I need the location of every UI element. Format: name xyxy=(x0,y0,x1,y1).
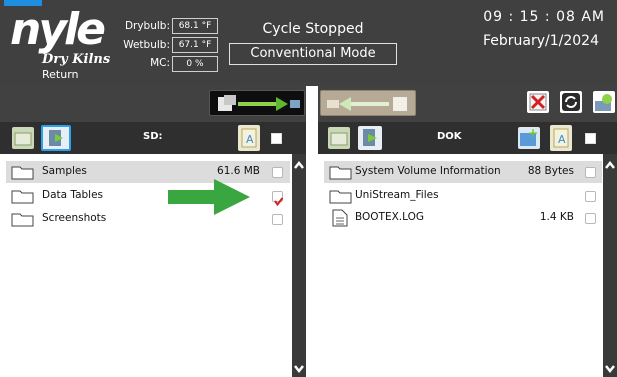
scroll-up-icon[interactable] xyxy=(605,160,615,170)
cycle-status: Cycle Stopped xyxy=(262,21,364,37)
delete-icon xyxy=(529,93,547,111)
new-folder-button[interactable]: + xyxy=(518,126,540,149)
refresh-button[interactable] xyxy=(560,91,582,113)
folder-open-icon xyxy=(14,132,32,146)
left-open-folder-button[interactable] xyxy=(12,127,34,149)
right-scrollbar[interactable] xyxy=(603,154,617,377)
right-select-all-checkbox[interactable] xyxy=(585,133,596,144)
mode-display: Conventional Mode xyxy=(229,43,397,65)
scroll-down-icon[interactable] xyxy=(605,364,615,374)
mc-value: 0 % xyxy=(172,56,218,72)
usb-device-icon xyxy=(595,94,612,111)
copy-to-sd-icon xyxy=(327,97,407,111)
right-rename-button[interactable]: A xyxy=(550,125,572,151)
left-scrollbar[interactable] xyxy=(292,154,306,377)
logo-subtitle: Dry Kilns xyxy=(42,52,111,67)
svg-text:A: A xyxy=(558,133,566,146)
copy-to-usb-button[interactable] xyxy=(209,90,305,116)
file-checkbox[interactable] xyxy=(272,214,283,225)
return-logo-button[interactable]: nyle Dry Kilns Return xyxy=(8,8,118,82)
file-checkbox[interactable] xyxy=(585,191,596,202)
export-icon xyxy=(49,130,63,146)
new-folder-icon: + xyxy=(520,126,538,146)
file-name: System Volume Information xyxy=(355,165,501,177)
folder-icon xyxy=(11,213,34,227)
green-arrow-icon xyxy=(168,179,250,215)
right-open-folder-button[interactable] xyxy=(328,127,350,149)
copy-to-sd-button[interactable] xyxy=(320,90,416,116)
file-name: UniStream_Files xyxy=(355,189,439,201)
left-pane-title: SD: xyxy=(143,131,163,142)
scroll-down-icon[interactable] xyxy=(294,364,304,374)
left-export-button[interactable] xyxy=(41,125,71,151)
file-name: BOOTEX.LOG xyxy=(355,211,425,223)
export-icon xyxy=(363,129,377,146)
clock-time: 09 : 15 : 08 AM xyxy=(483,9,605,25)
file-name: Data Tables xyxy=(42,189,104,201)
file-checkbox[interactable] xyxy=(585,167,596,178)
folder-icon xyxy=(329,166,352,180)
return-label: Return xyxy=(42,68,79,81)
file-checkbox[interactable] xyxy=(585,213,596,224)
file-size: 61.6 MB xyxy=(217,165,260,177)
file-checkbox[interactable] xyxy=(272,191,284,207)
clock-date: February/1/2024 xyxy=(482,33,599,49)
copy-to-usb-icon xyxy=(218,95,300,111)
wetbulb-label: Wetbulb: xyxy=(123,39,170,51)
svg-text:A: A xyxy=(246,133,254,146)
mc-label: MC: xyxy=(150,57,170,69)
usb-device-button[interactable] xyxy=(593,91,615,113)
file-row-bootex-log[interactable]: BOOTEX.LOG 1.4 KB xyxy=(324,207,602,229)
wetbulb-value: 67.1 °F xyxy=(172,37,218,53)
right-pane-title: DOK xyxy=(437,131,462,142)
right-export-button[interactable] xyxy=(358,126,382,150)
refresh-icon xyxy=(562,93,580,111)
file-row-system-volume-information[interactable]: System Volume Information 88 Bytes xyxy=(324,161,602,183)
left-select-all-checkbox[interactable] xyxy=(271,133,282,144)
document-icon xyxy=(332,209,348,227)
scroll-up-icon[interactable] xyxy=(294,160,304,170)
delete-button[interactable] xyxy=(527,91,549,113)
drybulb-value: 68.1 °F xyxy=(172,18,218,34)
file-name: Samples xyxy=(42,165,87,177)
file-checkbox[interactable] xyxy=(272,167,283,178)
rename-icon: A xyxy=(553,128,569,148)
svg-text:+: + xyxy=(528,127,538,140)
check-mark-icon xyxy=(274,197,284,207)
drybulb-label: Drybulb: xyxy=(124,20,170,32)
file-size: 1.4 KB xyxy=(539,211,574,223)
folder-icon xyxy=(329,190,352,204)
rename-icon: A xyxy=(241,128,257,148)
logo-text: nyle xyxy=(10,4,106,55)
file-size: 88 Bytes xyxy=(527,165,574,177)
file-row-unistream-files[interactable]: UniStream_Files xyxy=(324,185,602,207)
left-rename-button[interactable]: A xyxy=(238,125,260,151)
file-name: Screenshots xyxy=(42,212,107,224)
folder-icon xyxy=(11,190,34,204)
folder-icon xyxy=(11,166,34,180)
folder-open-icon xyxy=(330,132,348,146)
